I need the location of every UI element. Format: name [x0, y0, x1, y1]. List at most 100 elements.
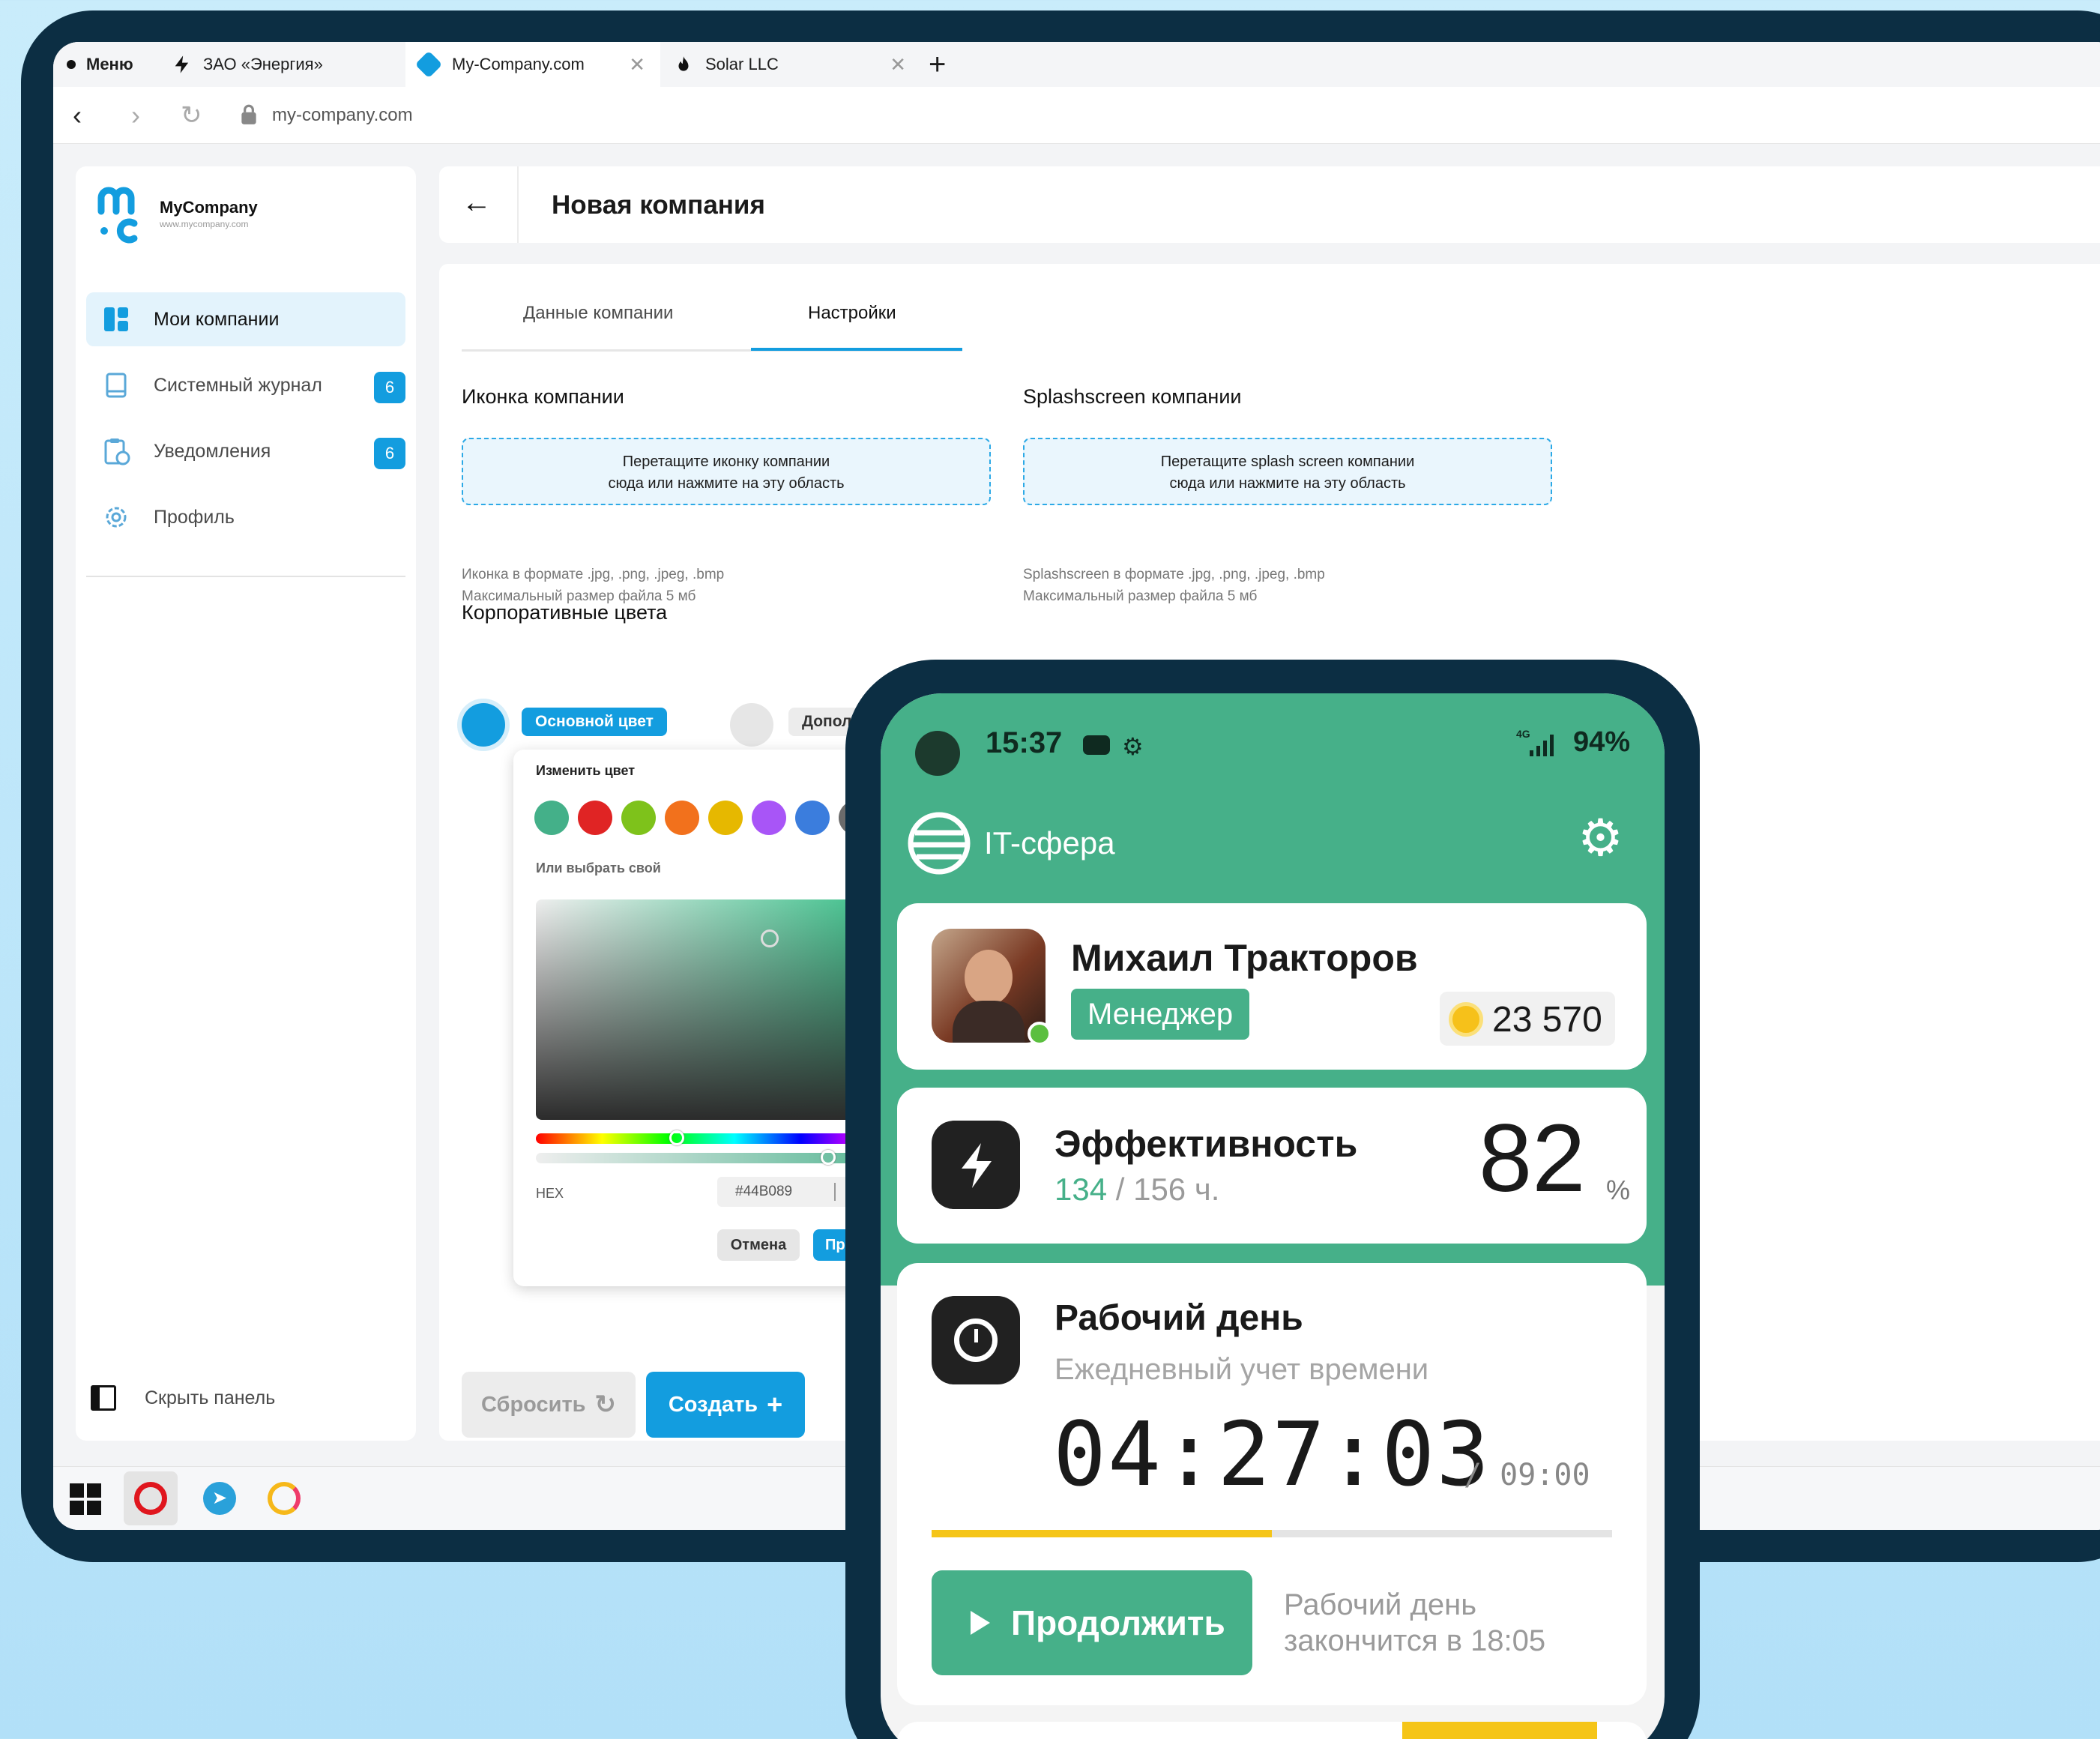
percent-sign: %	[1606, 1175, 1631, 1205]
efficiency-percent: 82	[1479, 1105, 1586, 1212]
user-name: Михаил Тракторов	[1071, 937, 1418, 979]
plus-icon: +	[767, 1389, 783, 1420]
saturation-handle[interactable]	[761, 929, 779, 947]
hide-panel-button[interactable]: Скрыть панель	[91, 1385, 275, 1411]
avatar	[932, 929, 1046, 1043]
sidebar-item-label: Профиль	[154, 506, 235, 528]
close-icon[interactable]: ✕	[890, 53, 906, 76]
sidebar: MyCompany www.mycompany.com Мои компании…	[76, 166, 416, 1441]
reset-icon: ↻	[594, 1390, 617, 1419]
play-icon	[971, 1611, 990, 1635]
primary-color-swatch[interactable]	[462, 703, 505, 747]
address-bar: ‹ › ↻ my-company.com	[53, 87, 2100, 144]
picker-title: Изменить цвет	[536, 763, 636, 778]
close-icon[interactable]: ✕	[629, 53, 645, 76]
hint-line: Splashscreen в формате .jpg, .png, .jpeg…	[1023, 567, 1325, 582]
browser-menu[interactable]: Меню	[67, 42, 133, 87]
cancel-button[interactable]: Отмена	[717, 1229, 800, 1261]
back-arrow-icon[interactable]: ←	[462, 186, 492, 220]
workday-progress-fill	[932, 1530, 1272, 1537]
hint-line: Иконка в формате .jpg, .png, .jpeg, .bmp	[462, 567, 725, 582]
create-label: Создать	[668, 1392, 758, 1417]
reset-label: Сбросить	[480, 1392, 586, 1417]
forward-icon[interactable]: ›	[131, 100, 140, 130]
hint-line: Максимальный размер файла 5 мб	[1023, 588, 1258, 604]
splash-hint: Splashscreen в формате .jpg, .png, .jpeg…	[1023, 564, 1325, 607]
sidebar-item-companies[interactable]: Мои компании	[86, 292, 405, 346]
splash-dropzone[interactable]: Перетащите splash screen компании сюда и…	[1023, 438, 1552, 505]
hide-panel-label: Скрыть панель	[145, 1387, 276, 1408]
swatch-purple[interactable]	[752, 801, 786, 835]
signal-icon	[1530, 735, 1554, 756]
primary-color-label[interactable]: Основной цвет	[522, 708, 667, 736]
swatch-blue[interactable]	[795, 801, 830, 835]
menu-label: Меню	[86, 55, 133, 73]
log-count-badge: 6	[374, 372, 405, 403]
continue-button[interactable]: Продолжить	[932, 1570, 1252, 1675]
music-app-icon[interactable]	[268, 1482, 301, 1515]
sidebar-toggle-icon	[91, 1385, 116, 1411]
tab-mycompany[interactable]: My-Company.com ✕	[405, 42, 660, 87]
sidebar-item-notifications[interactable]: Уведомления 6	[86, 424, 405, 478]
new-tab-button[interactable]: +	[929, 42, 946, 87]
sidebar-item-profile[interactable]: Профиль	[86, 490, 405, 544]
notifications-count-badge: 6	[374, 438, 405, 469]
splash-section-title: Splashscreen компании	[1023, 385, 1242, 408]
tab-label: Solar LLC	[705, 55, 779, 73]
tab-settings[interactable]: Настройки	[808, 303, 896, 324]
page-header: ← Новая компания	[439, 166, 2100, 243]
tab-diamond-icon	[414, 50, 443, 79]
status-time: 15:37	[986, 726, 1063, 759]
clipboard-clock-icon	[101, 436, 131, 466]
hex-label: HEX	[536, 1186, 564, 1201]
opera-icon	[134, 1482, 167, 1515]
sidebar-item-log[interactable]: Системный журнал 6	[86, 358, 405, 412]
swatch-red[interactable]	[578, 801, 612, 835]
app-settings-icon[interactable]: ⚙	[1578, 812, 1623, 864]
brand-url: www.mycompany.com	[160, 219, 249, 229]
efficiency-title: Эффективность	[1054, 1123, 1358, 1165]
url-input[interactable]: my-company.com	[272, 105, 413, 126]
create-button[interactable]: Создать +	[646, 1372, 805, 1438]
tab-company-data[interactable]: Данные компании	[523, 303, 673, 324]
hours-total: / 156 ч.	[1115, 1172, 1220, 1207]
custom-color-label: Или выбрать свой	[536, 861, 661, 875]
tab-label: My-Company.com	[452, 55, 585, 73]
profile-card[interactable]: Михаил Тракторов Менеджер 23 570	[897, 903, 1647, 1070]
reload-icon[interactable]: ↻	[181, 100, 202, 130]
work-timer: 04:27:03	[1053, 1402, 1491, 1506]
dropzone-text: сюда или нажмите на эту область	[1169, 475, 1406, 492]
hue-handle[interactable]	[669, 1130, 684, 1145]
phone-screen: 15:37 ⚙ 4G 94% IT-сфера ⚙ Михаил Трактор…	[881, 693, 1665, 1739]
workday-end-info: Рабочий день закончится в 18:05	[1284, 1587, 1545, 1659]
swatch-lime[interactable]	[621, 801, 656, 835]
efficiency-card[interactable]: Эффективность 134 / 156 ч. 82 %	[897, 1088, 1647, 1244]
swatch-yellow[interactable]	[708, 801, 743, 835]
swatch-green[interactable]	[534, 801, 569, 835]
sidebar-item-label: Системный журнал	[154, 374, 322, 396]
back-icon[interactable]: ‹	[73, 100, 82, 130]
alpha-handle[interactable]	[821, 1150, 836, 1165]
workday-title: Рабочий день	[1054, 1298, 1303, 1338]
icon-dropzone[interactable]: Перетащите иконку компании сюда или нажм…	[462, 438, 991, 505]
opera-taskbar-button[interactable]	[124, 1471, 178, 1525]
telegram-icon[interactable]: ➤	[203, 1482, 236, 1515]
tab-solar[interactable]: Solar LLC ✕	[666, 42, 921, 87]
tab-label: ЗАО «Энергия»	[203, 55, 323, 73]
icon-section-title: Иконка компании	[462, 385, 624, 408]
reset-button[interactable]: Сбросить ↻	[462, 1372, 636, 1438]
active-tab-indicator	[751, 348, 962, 351]
next-card	[897, 1722, 1647, 1739]
dropzone-text: Перетащите иконку компании	[622, 453, 830, 470]
secondary-color-swatch[interactable]	[730, 703, 773, 747]
swatch-orange[interactable]	[665, 801, 699, 835]
dropzone-text: Перетащите splash screen компании	[1160, 453, 1415, 470]
windows-start-icon[interactable]	[70, 1483, 101, 1515]
mycompany-logo	[97, 186, 142, 246]
dashboard-icon	[101, 304, 131, 334]
globe-logo-icon	[908, 812, 971, 875]
book-icon	[101, 370, 131, 400]
efficiency-hours: 134 / 156 ч.	[1054, 1172, 1219, 1208]
role-badge: Менеджер	[1071, 989, 1250, 1040]
sidebar-item-label: Мои компании	[154, 308, 280, 330]
